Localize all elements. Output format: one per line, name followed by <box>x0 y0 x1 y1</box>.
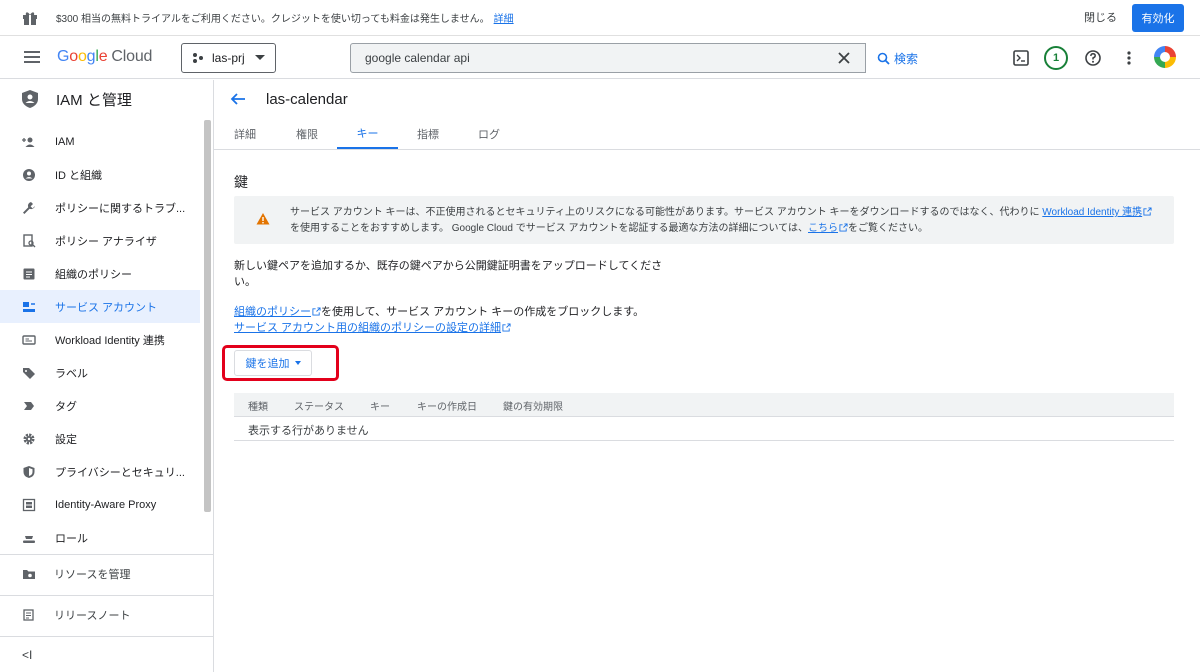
account-circle-icon <box>23 168 35 181</box>
label-icon <box>23 367 35 379</box>
project-icon <box>193 53 203 63</box>
gear-icon <box>23 433 35 444</box>
sidebar-item-policy-troubleshooter[interactable]: ポリシーに関するトラブ... <box>0 191 200 224</box>
column-header-key[interactable]: キー <box>370 398 390 413</box>
sidebar: IAM と管理 IAM ID と組織 ポリシーに関するトラブ... ポリシー ア… <box>0 80 214 672</box>
sidebar-item-iam[interactable]: IAM <box>0 125 200 158</box>
column-header-created[interactable]: キーの作成日 <box>417 398 477 413</box>
external-link-icon <box>502 323 511 332</box>
collapse-sidebar-button[interactable]: <I <box>22 648 32 662</box>
sidebar-header: IAM と管理 <box>0 80 213 118</box>
top-header: Google Cloud las-prj google calendar api … <box>0 37 1200 79</box>
project-name: las-prj <box>212 51 245 65</box>
list-doc-icon <box>23 268 35 279</box>
external-link-icon <box>312 307 321 316</box>
add-key-button[interactable]: 鍵を追加 <box>234 350 312 376</box>
sidebar-item-roles[interactable]: ロール <box>0 521 200 554</box>
search-icon <box>877 52 890 65</box>
proxy-icon <box>22 498 36 511</box>
gift-icon <box>23 11 37 25</box>
empty-message: 表示する行がありません <box>248 425 369 437</box>
sidebar-item-tags[interactable]: タグ <box>0 389 200 422</box>
search-bar[interactable]: google calendar api 検索 <box>350 43 929 73</box>
person-add-icon <box>22 137 35 147</box>
empty-table-row: 表示する行がありません <box>234 417 1174 441</box>
help-icon[interactable] <box>1084 49 1102 67</box>
keys-table-header: 種類 ステータス キー キーの作成日 鍵の有効期限 <box>234 393 1174 417</box>
menu-icon[interactable] <box>24 50 40 64</box>
sidebar-title: IAM と管理 <box>56 91 132 109</box>
google-cloud-logo[interactable]: Google Cloud <box>57 48 152 66</box>
column-header-status[interactable]: ステータス <box>294 398 344 413</box>
tab-bar: 詳細 権限 キー 指標 ログ <box>214 118 1200 150</box>
external-link-icon <box>1143 207 1152 216</box>
document-search-icon <box>23 233 36 247</box>
wrench-icon <box>23 201 35 214</box>
manage-resources-link[interactable]: リソースを管理 <box>0 555 213 593</box>
org-policy-link[interactable]: 組織のポリシー <box>234 306 311 318</box>
sidebar-item-iap[interactable]: Identity-Aware Proxy <box>0 488 200 521</box>
column-header-type[interactable]: 種類 <box>248 398 268 413</box>
sidebar-item-service-accounts[interactable]: サービス アカウント <box>0 290 200 323</box>
cloud-shell-icon[interactable] <box>1012 49 1030 67</box>
more-vert-icon[interactable] <box>1120 49 1138 67</box>
close-button[interactable]: 閉じる <box>1084 9 1117 25</box>
shield-icon <box>23 465 35 478</box>
search-button[interactable]: 検索 <box>865 43 929 73</box>
search-input[interactable]: google calendar api <box>365 51 470 65</box>
service-account-icon <box>23 301 35 312</box>
policy-details-link[interactable]: サービス アカウント用の組織のポリシーの設定の詳細 <box>234 322 501 334</box>
release-notes-link[interactable]: リリースノート <box>0 596 213 634</box>
project-selector[interactable]: las-prj <box>181 43 276 73</box>
sidebar-item-policy-analyzer[interactable]: ポリシー アナライザ <box>0 224 200 257</box>
tab-metrics[interactable]: 指標 <box>407 118 449 149</box>
warning-text: サービス アカウント キーは、不正使用されるとセキュリティ上のリスクになる可能性… <box>290 205 1160 237</box>
sidebar-scrollbar[interactable] <box>204 120 211 512</box>
shield-person-icon <box>22 90 38 108</box>
sidebar-item-org-policies[interactable]: 組織のポリシー <box>0 257 200 290</box>
workload-identity-link[interactable]: Workload Identity 連携 <box>1042 207 1142 218</box>
warning-icon <box>256 213 270 225</box>
policy-info: 組織のポリシー を使用して、サービス アカウント キーの作成をブロックします。 サ… <box>234 306 645 334</box>
sidebar-item-id-org[interactable]: ID と組織 <box>0 158 200 191</box>
tab-keys[interactable]: キー <box>337 118 398 149</box>
column-header-expiry[interactable]: 鍵の有効期限 <box>503 398 563 413</box>
page-title: las-calendar <box>266 90 348 108</box>
learn-more-link[interactable]: こちら <box>808 223 838 234</box>
sidebar-divider <box>0 636 213 637</box>
description-text: 新しい鍵ペアを追加するか、既存の鍵ペアから公開鍵証明書をアップロードしてください… <box>234 260 663 288</box>
id-card-icon <box>22 334 36 345</box>
trial-details-link[interactable]: 詳細 <box>494 14 514 25</box>
section-title: 鍵 <box>234 174 248 190</box>
sidebar-item-labels[interactable]: ラベル <box>0 356 200 389</box>
warning-banner: サービス アカウント キーは、不正使用されるとセキュリティ上のリスクになる可能性… <box>234 196 1174 244</box>
sidebar-item-privacy-security[interactable]: プライバシーとセキュリ... <box>0 455 200 488</box>
dropdown-arrow-icon <box>294 361 301 365</box>
external-link-icon <box>839 223 848 232</box>
chevron-down-icon <box>255 55 265 60</box>
role-icon <box>23 535 35 543</box>
sidebar-item-workload-identity[interactable]: Workload Identity 連携 <box>0 323 200 356</box>
folder-gear-icon <box>23 570 35 579</box>
tab-permissions[interactable]: 権限 <box>286 118 328 149</box>
tab-details[interactable]: 詳細 <box>224 118 266 149</box>
activate-button[interactable]: 有効化 <box>1132 4 1184 32</box>
trial-banner: $300 相当の無料トライアルをご利用ください。クレジットを使い切っても料金は発… <box>0 0 1200 36</box>
main-content: las-calendar 詳細 権限 キー 指標 ログ 鍵 サービス アカウント… <box>214 80 1200 672</box>
avatar[interactable] <box>1154 46 1176 68</box>
back-arrow-icon[interactable] <box>230 91 246 107</box>
sidebar-item-settings[interactable]: 設定 <box>0 422 200 455</box>
notification-badge[interactable]: 1 <box>1044 46 1068 70</box>
page-header: las-calendar <box>214 80 1200 118</box>
trial-message: $300 相当の無料トライアルをご利用ください。クレジットを使い切っても料金は発… <box>56 14 514 25</box>
release-notes-icon <box>23 609 34 621</box>
tab-logs[interactable]: ログ <box>468 118 510 149</box>
clear-icon[interactable] <box>838 52 850 64</box>
tag-icon <box>24 401 34 410</box>
